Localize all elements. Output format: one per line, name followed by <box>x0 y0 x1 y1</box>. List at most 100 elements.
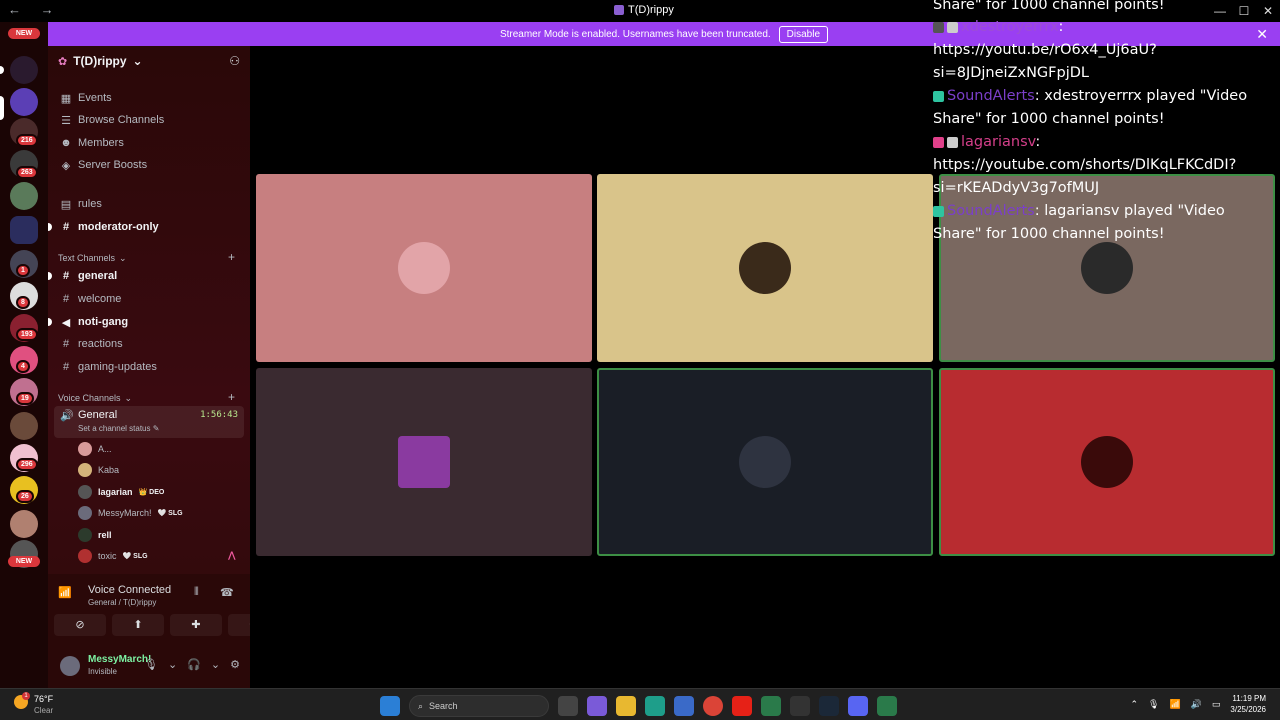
chat-username: xdestroyerrrx <box>961 19 1059 35</box>
discord-icon[interactable] <box>848 696 868 716</box>
copilot-icon[interactable] <box>587 696 607 716</box>
channel-moderator-only[interactable]: # moderator-only <box>60 218 159 236</box>
edge-icon[interactable] <box>645 696 665 716</box>
obs-icon[interactable] <box>790 696 810 716</box>
chevron-down-icon[interactable]: ⌄ <box>211 658 220 671</box>
mention-badge: 26 <box>16 490 34 503</box>
participant-tile[interactable] <box>597 368 933 556</box>
participant-tile[interactable] <box>939 368 1275 556</box>
avatar <box>78 549 92 563</box>
chat-text: : xdestroyerrrx played "Video <box>1034 88 1248 104</box>
chevron-down-icon[interactable]: ⌄ <box>168 658 177 671</box>
role-tag: 🤍 SLG <box>122 553 148 560</box>
voice-user[interactable]: Kaba <box>78 461 119 479</box>
participant-tile[interactable] <box>256 174 592 362</box>
folder-icon[interactable] <box>10 216 38 244</box>
signal-icon[interactable]: 📶 <box>58 586 72 599</box>
disconnect-icon[interactable]: ☎ <box>220 586 234 599</box>
add-channel-icon[interactable]: + <box>228 390 235 404</box>
voice-user[interactable]: rell <box>78 526 112 544</box>
microphone-icon[interactable]: 🎙 <box>144 658 158 671</box>
chrome-icon[interactable] <box>703 696 723 716</box>
server-icon[interactable] <box>10 182 38 210</box>
channel-noti-gang[interactable]: ◀ noti-gang <box>60 313 128 331</box>
channel-label: welcome <box>78 293 122 305</box>
steam-icon[interactable] <box>819 696 839 716</box>
category-label: Text Channels <box>58 253 116 263</box>
chat-text: si=rKEADdyV3g7ofMUJ <box>933 180 1100 196</box>
chat-text: Share" for 1000 channel points! <box>933 226 1165 242</box>
clock[interactable]: 11:19 PM 3/25/2026 <box>1230 693 1266 715</box>
chevron-up-icon[interactable]: ⌃ <box>1130 699 1138 710</box>
channel-welcome[interactable]: # welcome <box>60 290 121 308</box>
start-icon[interactable] <box>380 696 400 716</box>
microphone-icon[interactable]: 🎙 <box>1148 699 1159 710</box>
chat-line: https://youtube.com/shorts/DlKqLFKCdDI? <box>933 154 1236 177</box>
chat-line: Share" for 1000 channel points! <box>933 223 1165 246</box>
app-icon[interactable] <box>877 696 897 716</box>
noise-suppression-icon[interactable]: ⦀ <box>194 586 199 599</box>
youtube-icon[interactable] <box>732 696 752 716</box>
category-text-channels[interactable]: Text Channels ⌄ + <box>58 250 235 264</box>
nav-arrows[interactable]: ← → <box>8 2 62 17</box>
channel-label: rules <box>78 198 102 210</box>
server-header[interactable]: ✿ T(D)rippy ⌄ ⚇ <box>58 54 240 68</box>
sidebar-item-server-boosts[interactable]: ◈ Server Boosts <box>60 156 147 174</box>
invite-icon[interactable]: ⚇ <box>229 54 240 68</box>
app-icon[interactable] <box>761 696 781 716</box>
badge-icon <box>947 21 958 33</box>
sidebar-item-events[interactable]: ▦ Events <box>60 89 112 107</box>
chevron-down-icon: ⌄ <box>119 253 127 263</box>
server-icon[interactable] <box>10 56 38 84</box>
disable-streamer-button[interactable]: Disable <box>778 25 829 43</box>
activities-button[interactable]: ✚ <box>170 614 222 636</box>
battery-icon[interactable]: ▭ <box>1212 699 1221 710</box>
chevron-down-icon: ⌄ <box>132 54 143 68</box>
streamer-mode-text: Streamer Mode is enabled. Usernames have… <box>499 28 771 40</box>
weather-temp[interactable]: 76°F <box>34 694 53 704</box>
chat-line: SoundAlerts: xdestroyerrrx played "Video <box>933 85 1247 108</box>
voice-user[interactable]: lagarian 👑 DEO <box>78 483 164 501</box>
server-icon[interactable] <box>10 88 38 116</box>
avatar <box>398 242 450 294</box>
sidebar-item-members[interactable]: ☻ Members <box>60 134 124 152</box>
outlook-icon[interactable] <box>674 696 694 716</box>
participant-tile[interactable] <box>256 368 592 556</box>
speaker-icon: 🔊 <box>60 410 74 422</box>
channel-label: reactions <box>78 338 123 350</box>
screen-share-button[interactable]: ⬆ <box>112 614 164 636</box>
category-voice-channels[interactable]: Voice Channels ⌄ + <box>58 390 235 404</box>
voice-user[interactable]: toxic 🤍 SLG <box>78 547 148 565</box>
wifi-icon[interactable]: 📶 <box>1169 699 1180 710</box>
voice-channel-general[interactable]: 🔊 General 1:56:43 Set a channel status ✎ <box>54 406 244 438</box>
weather-badge: 1 <box>22 692 30 700</box>
channel-label: general <box>78 270 118 282</box>
chat-line: lagariansv: <box>933 131 1040 154</box>
username: MessyMarch! <box>88 654 152 665</box>
voice-user[interactable]: MessyMarch! 🤍 SLG <box>78 504 183 522</box>
chat-overlay: Share" for 1000 channel points! xdestroy… <box>933 0 1278 250</box>
voice-user[interactable]: A... <box>78 440 112 458</box>
avatar[interactable] <box>60 656 80 676</box>
channel-rules[interactable]: ▤ rules <box>60 195 102 213</box>
channel-gaming-updates[interactable]: # gaming-updates <box>60 358 157 376</box>
add-channel-icon[interactable]: + <box>228 250 235 264</box>
headphones-icon[interactable]: 🎧 <box>187 658 201 671</box>
participant-tile[interactable] <box>597 174 933 362</box>
server-rail: NEW 216 263 1 8 193 4 19 296 26 NEW <box>0 22 48 688</box>
file-explorer-icon[interactable] <box>616 696 636 716</box>
chat-username: lagariansv <box>961 134 1036 150</box>
server-icon[interactable] <box>10 412 38 440</box>
gear-icon[interactable]: ⚙ <box>230 658 240 671</box>
search-input[interactable]: ⌕ Search <box>409 695 549 717</box>
server-icon[interactable] <box>10 510 38 538</box>
search-icon: ⌕ <box>418 700 424 711</box>
sidebar-item-browse-channels[interactable]: ☰ Browse Channels <box>60 111 164 129</box>
task-view-icon[interactable] <box>558 696 578 716</box>
channel-sidebar: ✿ T(D)rippy ⌄ ⚇ ▦ Events ☰ Browse Channe… <box>48 46 280 688</box>
channel-general[interactable]: # general <box>60 267 117 285</box>
channel-reactions[interactable]: # reactions <box>60 335 123 353</box>
volume-icon[interactable]: 🔊 <box>1191 699 1202 710</box>
camera-off-button[interactable]: ⊘ <box>54 614 106 636</box>
channel-status[interactable]: Set a channel status ✎ <box>78 424 159 433</box>
